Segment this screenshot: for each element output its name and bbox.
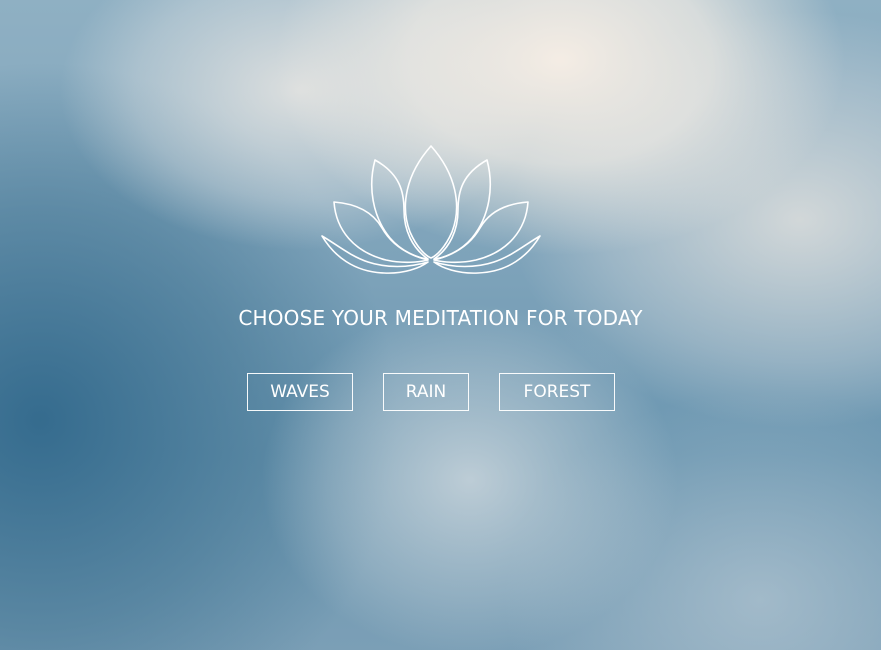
page-title: CHOOSE YOUR MEDITATION FOR TODAY xyxy=(238,306,643,330)
forest-button-label: FOREST xyxy=(523,382,591,402)
waves-button-label: WAVES xyxy=(270,382,330,402)
waves-button[interactable]: WAVES xyxy=(247,373,353,411)
rain-button[interactable]: RAIN xyxy=(383,373,469,411)
rain-button-label: RAIN xyxy=(405,382,447,402)
lotus-icon xyxy=(321,145,541,274)
forest-button[interactable]: FOREST xyxy=(499,373,615,411)
